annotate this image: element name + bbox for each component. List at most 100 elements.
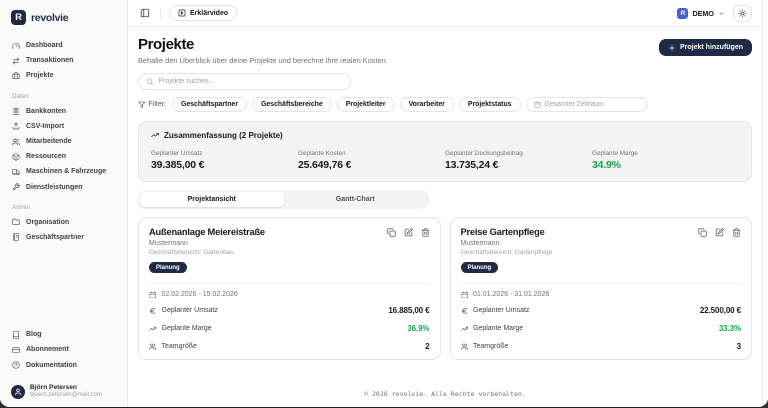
sidebar-item-label: Abonnement xyxy=(26,346,69,353)
nav-section-label: Daten xyxy=(12,93,115,100)
scrollbar-track[interactable] xyxy=(762,0,768,407)
project-card-info: Außenanlage MeiereistraßeMustermannGesch… xyxy=(149,227,265,274)
summary-stat: Geplante Kosten25.649,76 € xyxy=(298,150,445,172)
sidebar-item-transaktionen[interactable]: Transaktionen xyxy=(8,53,119,68)
sidebar-item-dienstleistungen[interactable]: Dienstleistungen xyxy=(8,180,119,195)
filter-pill-vorarbeiter[interactable]: Vorarbeiter xyxy=(400,97,454,112)
trash-button[interactable] xyxy=(732,228,741,237)
sidebar-item-csv-import[interactable]: CSV-Import xyxy=(8,119,119,134)
sidebar-item-label: Dashboard xyxy=(26,42,63,49)
sidebar-item-mitarbeitende[interactable]: Mitarbeitende xyxy=(8,134,119,149)
funnel-icon xyxy=(138,101,146,109)
date-range-input[interactable]: Gesamter Zeitraum xyxy=(526,97,648,112)
search-input[interactable] xyxy=(159,78,344,85)
trending-up-icon xyxy=(151,131,159,139)
project-card: Preise GartenpflegeMustermannGeschäftsbe… xyxy=(450,217,753,360)
sidebar-item-projekte[interactable]: Projekte xyxy=(8,68,119,83)
topbar-divider xyxy=(160,8,161,18)
date-range-placeholder: Gesamter Zeitraum xyxy=(545,101,604,108)
sidebar-item-dokumentation[interactable]: Dokumentation xyxy=(8,357,119,372)
edit-button[interactable] xyxy=(404,228,413,237)
status-badge: Planung xyxy=(461,262,499,273)
sidebar-item-dashboard[interactable]: Dashboard xyxy=(8,38,119,53)
filter-pill-geschäftsbereiche[interactable]: Geschäftsbereiche xyxy=(252,97,332,112)
brand-logo[interactable]: R revolvie xyxy=(0,10,127,25)
sidebar-item-maschinen-fahrzeuge[interactable]: Maschinen & Fahrzeuge xyxy=(8,164,119,179)
tab-projektansicht[interactable]: Projektansicht xyxy=(140,192,284,207)
sidebar-item-geschäftspartner[interactable]: Geschäftspartner xyxy=(8,230,119,245)
sidebar-item-ressourcen[interactable]: Ressourcen xyxy=(8,149,119,164)
brand-logo-icon: R xyxy=(11,10,26,25)
sidebar-item-label: Dienstleistungen xyxy=(26,184,82,191)
summary-card: Zusammenfassung (2 Projekte) Geplanter U… xyxy=(138,121,752,183)
sidebar-item-bankkonten[interactable]: Bankkonten xyxy=(8,104,119,119)
video-icon xyxy=(178,9,186,17)
book-icon xyxy=(12,331,20,339)
summary-stat: Geplanter Deckungsbeitrag13.735,24 € xyxy=(445,150,592,172)
explainer-video-button[interactable]: Erklärvideo xyxy=(169,5,237,21)
copy-button[interactable] xyxy=(698,228,707,237)
user-menu[interactable]: Björn Petersen bjoern.petersen@mail.com xyxy=(0,377,127,400)
project-metric-value: 22.500,00 € xyxy=(700,306,741,315)
copy-button[interactable] xyxy=(387,228,396,237)
theme-toggle-button[interactable] xyxy=(733,5,752,22)
page-content: Projekte Behalte den Überblick über dein… xyxy=(128,27,762,407)
tab-gantt-chart[interactable]: Gantt-Chart xyxy=(284,192,428,207)
page-footer: © 2026 revolvie. Alle Rechte vorbehalten… xyxy=(138,382,752,407)
user-email: bjoern.petersen@mail.com xyxy=(30,392,102,400)
add-project-button[interactable]: Projekt hinzufügen xyxy=(659,39,752,56)
summary-stat-value: 34.9% xyxy=(592,159,739,171)
summary-stat-value: 25.649,76 € xyxy=(298,159,445,171)
summary-stat-value: 13.735,24 € xyxy=(445,159,592,171)
sidebar-item-label: CSV-Import xyxy=(26,123,64,130)
users-icon xyxy=(461,343,469,351)
workspace-label: DEMO xyxy=(692,9,714,18)
filter-pill-projektstatus[interactable]: Projektstatus xyxy=(459,97,521,112)
filter-pill-geschäftspartner[interactable]: Geschäftspartner xyxy=(172,97,247,112)
calendar-icon xyxy=(149,291,157,299)
project-metric-row: Geplante Marge33.3% xyxy=(461,319,742,337)
package-icon xyxy=(12,153,20,161)
explainer-video-label: Erklärvideo xyxy=(190,10,228,17)
sidebar-toggle-button[interactable] xyxy=(138,6,152,20)
project-card-head: Außenanlage MeiereistraßeMustermannGesch… xyxy=(149,227,430,274)
project-date-range: 02.02.2026 - 15.02.2026 xyxy=(149,283,430,302)
project-metric-value: 2 xyxy=(425,342,429,351)
project-card: Außenanlage MeiereistraßeMustermannGesch… xyxy=(138,217,441,360)
project-search xyxy=(138,73,351,90)
project-metric-value: 36.9% xyxy=(407,324,429,333)
project-metric-row: Teamgröße3 xyxy=(461,338,742,356)
sidebar-item-blog[interactable]: Blog xyxy=(8,327,119,342)
sidebar-item-label: Bankkonten xyxy=(26,108,66,115)
project-cards: Außenanlage MeiereistraßeMustermannGesch… xyxy=(138,217,752,360)
sidebar-nav: Dashboard Transaktionen Projekte Daten Bankk… xyxy=(0,38,127,245)
sidebar-item-label: Dokumentation xyxy=(26,362,77,369)
workspace-switcher[interactable]: R DEMO xyxy=(677,8,725,19)
trash-button[interactable] xyxy=(421,228,430,237)
page-subtitle: Behalte den Überblick über deine Projekt… xyxy=(138,56,388,65)
topbar: Erklärvideo R DEMO xyxy=(128,0,762,27)
trending-up-icon xyxy=(149,325,157,333)
sidebar-item-label: Projekte xyxy=(26,72,54,79)
project-card-actions xyxy=(387,227,430,237)
calendar-icon xyxy=(534,101,541,108)
project-metric-label: Teamgröße xyxy=(473,343,508,350)
calendar-icon xyxy=(461,291,469,299)
sidebar-item-abonnement[interactable]: Abonnement xyxy=(8,342,119,357)
edit-button[interactable] xyxy=(715,228,724,237)
project-date-text: 01.01.2026 - 31.01.2026 xyxy=(473,291,549,298)
wrench-icon xyxy=(12,183,20,191)
arrows-swap-icon xyxy=(12,57,20,65)
project-card-actions xyxy=(698,227,741,237)
landmark-icon xyxy=(12,107,20,115)
view-tabs: ProjektansichtGantt-Chart xyxy=(138,190,429,209)
filter-pill-projektleiter[interactable]: Projektleiter xyxy=(337,97,395,112)
project-metric-value: 16.885,00 € xyxy=(388,306,429,315)
sidebar-item-label: Mitarbeitende xyxy=(26,138,72,145)
users-icon xyxy=(149,343,157,351)
sidebar-item-organisation[interactable]: Organisation xyxy=(8,215,119,230)
project-metric-row: Geplanter Umsatz22.500,00 € xyxy=(461,301,742,319)
euro-icon xyxy=(461,307,469,315)
panel-left-icon xyxy=(140,8,150,18)
project-metric-row: Geplante Marge36.9% xyxy=(149,319,430,337)
